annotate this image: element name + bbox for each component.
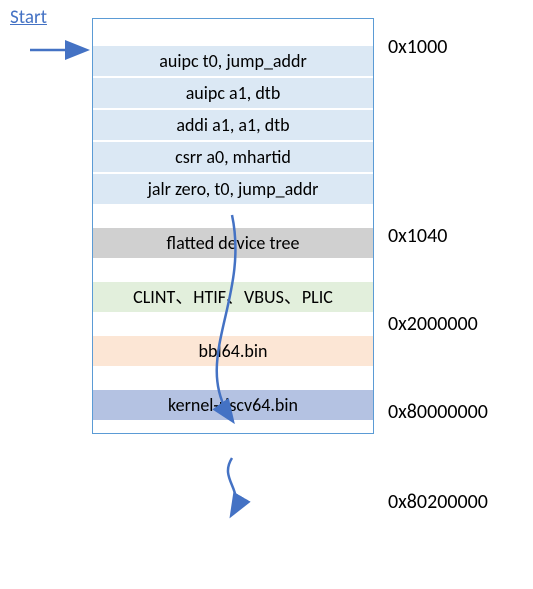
fdt-section: flatted device tree — [93, 227, 373, 259]
addr-label: 0x80200000 — [388, 490, 488, 514]
instruction-row: auipc t0, jump_addr — [93, 45, 373, 77]
addr-label: 0x80000000 — [388, 400, 488, 424]
addr-label: 0x2000000 — [388, 312, 478, 336]
peripherals-section: CLINT、HTIF、VBUS、PLIC — [93, 281, 373, 313]
start-label: Start — [10, 6, 47, 29]
memory-map: auipc t0, jump_addr auipc a1, dtb addi a… — [92, 18, 374, 434]
bbl-section: bbl64.bin — [93, 335, 373, 367]
addr-label: 0x1000 — [388, 35, 447, 59]
instruction-row: auipc a1, dtb — [93, 77, 373, 109]
spacer — [93, 367, 373, 389]
addr-label: 0x1040 — [388, 224, 447, 248]
instruction-row: jalr zero, t0, jump_addr — [93, 173, 373, 205]
arrow-bbl-to-kernel — [228, 458, 236, 514]
kernel-section: kernel-riscv64.bin — [93, 389, 373, 421]
instruction-row: addi a1, a1, dtb — [93, 109, 373, 141]
spacer — [93, 313, 373, 335]
spacer — [93, 19, 373, 45]
spacer — [93, 259, 373, 281]
spacer — [93, 421, 373, 433]
instruction-row: csrr a0, mhartid — [93, 141, 373, 173]
spacer — [93, 205, 373, 227]
